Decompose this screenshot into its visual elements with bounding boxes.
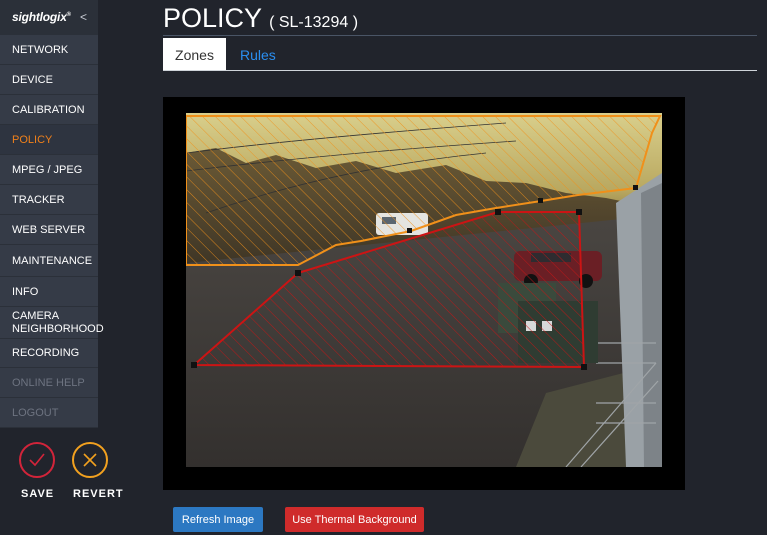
nav-item-label: LOGOUT bbox=[12, 406, 59, 419]
page-title: POLICY ( SL-13294 ) bbox=[163, 3, 358, 38]
nav-item-device[interactable]: DEVICE bbox=[0, 65, 98, 95]
revert-button[interactable] bbox=[72, 442, 108, 478]
nav-item-online-help[interactable]: ONLINE HELP bbox=[0, 368, 98, 398]
thermal-background-button[interactable]: Use Thermal Background bbox=[285, 507, 424, 532]
nav-item-label: NETWORK bbox=[12, 43, 69, 56]
nav-item-tracker[interactable]: TRACKER bbox=[0, 185, 98, 215]
nav-item-label: MPEG / JPEG bbox=[12, 163, 83, 176]
nav-item-calibration[interactable]: CALIBRATION bbox=[0, 95, 98, 125]
refresh-image-button[interactable]: Refresh Image bbox=[173, 507, 263, 532]
logo-bar: sightlogix® < bbox=[0, 0, 98, 35]
building-shadow bbox=[641, 183, 662, 467]
nav-item-label: MAINTENANCE bbox=[12, 254, 93, 267]
nav-item-mpeg-jpeg[interactable]: MPEG / JPEG bbox=[0, 155, 98, 185]
tabs-divider bbox=[163, 70, 757, 71]
revert-label: REVERT bbox=[73, 488, 124, 500]
nav-item-label: ONLINE HELP bbox=[12, 376, 85, 389]
check-icon bbox=[29, 453, 45, 467]
nav-item-network[interactable]: NETWORK bbox=[0, 35, 98, 65]
nav-item-info[interactable]: INFO bbox=[0, 277, 98, 307]
nav-item-recording[interactable]: RECORDING bbox=[0, 339, 98, 368]
camera-image[interactable] bbox=[186, 113, 662, 467]
page-title-text: POLICY bbox=[163, 3, 262, 33]
nav-item-label: POLICY bbox=[12, 133, 53, 146]
nav-item-maintenance[interactable]: MAINTENANCE bbox=[0, 245, 98, 277]
nav-item-label: RECORDING bbox=[12, 347, 80, 359]
collapse-sidebar-button[interactable]: < bbox=[80, 10, 87, 24]
device-id: ( SL-13294 ) bbox=[269, 14, 359, 31]
title-divider bbox=[163, 35, 757, 36]
sidebar: sightlogix® < NETWORK DEVICE CALIBRATION… bbox=[0, 0, 123, 535]
nav-item-label: CAMERA NEIGHBORHOOD bbox=[12, 309, 104, 335]
tab-rules[interactable]: Rules bbox=[240, 38, 276, 71]
nav-item-label: WEB SERVER bbox=[12, 223, 86, 236]
nav-item-label: INFO bbox=[12, 285, 39, 298]
nav-item-label: DEVICE bbox=[12, 73, 53, 86]
nav-item-logout[interactable]: LOGOUT bbox=[0, 398, 98, 428]
close-icon bbox=[83, 453, 97, 467]
nav-item-label: TRACKER bbox=[12, 193, 65, 206]
action-buttons: SAVE REVERT bbox=[0, 428, 123, 528]
nav-item-label: CALIBRATION bbox=[12, 103, 85, 116]
tab-zones[interactable]: Zones bbox=[163, 38, 226, 71]
logo: sightlogix® bbox=[12, 10, 71, 24]
nav-item-policy[interactable]: POLICY bbox=[0, 125, 98, 155]
nav-item-web-server[interactable]: WEB SERVER bbox=[0, 215, 98, 245]
save-button[interactable] bbox=[19, 442, 55, 478]
nav-item-camera-neighborhood[interactable]: CAMERA NEIGHBORHOOD bbox=[0, 307, 104, 339]
save-label: SAVE bbox=[21, 488, 55, 500]
